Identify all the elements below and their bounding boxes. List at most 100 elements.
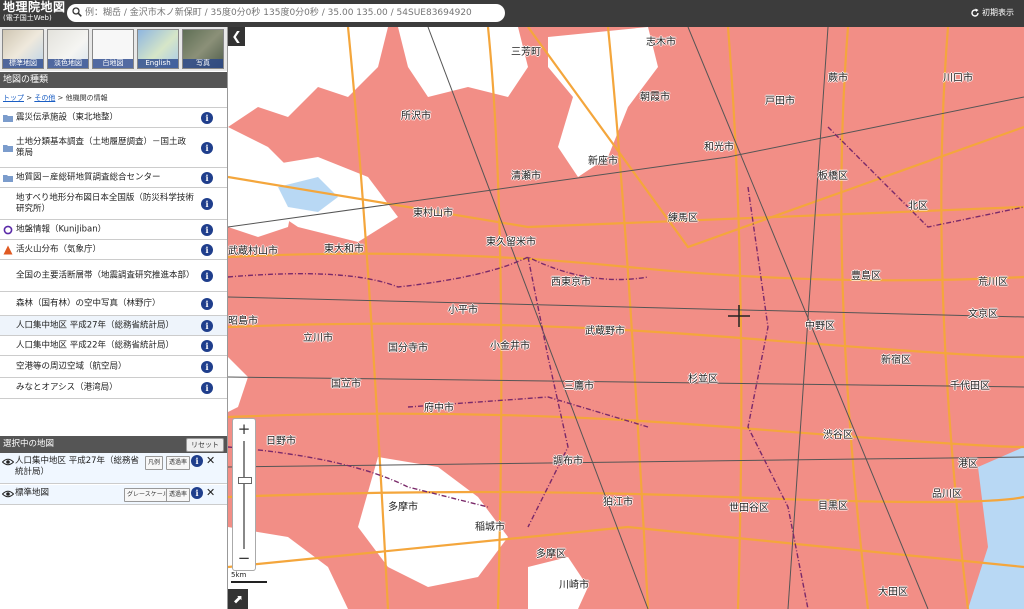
info-icon[interactable]: i <box>201 223 213 236</box>
map-label: 和光市 <box>704 142 734 153</box>
list-item-label: 地すべり地形分布図日本全国版（防災科学技術研究所） <box>16 192 194 214</box>
map-label: 立川市 <box>303 333 333 344</box>
map-label: 中野区 <box>805 321 835 332</box>
thumb-label: English <box>138 59 178 68</box>
list-item[interactable]: 地質図－産総研地質調査総合センター i <box>0 167 227 187</box>
reset-view-button[interactable]: 初期表示 <box>970 7 1014 18</box>
map-label: 世田谷区 <box>729 503 769 514</box>
zoom-in-button[interactable]: + <box>233 420 255 438</box>
list-item-label: 土地分類基本調査（土地履歴調査）－国土政策局 <box>16 136 187 158</box>
app-title: 地理院地図 <box>3 0 66 14</box>
thumb-english[interactable]: English <box>137 29 179 69</box>
info-icon[interactable]: i <box>191 455 203 467</box>
map-label: 蕨市 <box>828 73 848 84</box>
list-item[interactable]: 人口集中地区 平成27年（総務省統計局） i <box>0 315 227 335</box>
breadcrumb-other-link[interactable]: その他 <box>34 94 55 102</box>
map-base-svg <box>228 27 1024 609</box>
close-icon[interactable]: ✕ <box>206 486 215 499</box>
map-label: 所沢市 <box>401 111 431 122</box>
map-canvas[interactable]: 三芳町 志木市 朝霞市 和光市 戸田市 川口市 蕨市 板橋区 北区 荒川区 所沢… <box>228 27 1024 609</box>
map-label: 東村山市 <box>413 208 453 219</box>
zoom-slider-track[interactable] <box>243 441 245 549</box>
legend-button[interactable]: 凡例 <box>145 456 164 470</box>
map-label: 志木市 <box>646 37 676 48</box>
map-label: 清瀬市 <box>511 171 541 182</box>
info-icon[interactable]: i <box>201 171 213 184</box>
info-icon[interactable]: i <box>201 141 213 154</box>
map-label: 品川区 <box>932 489 962 500</box>
scale-bar: 5km <box>231 571 267 583</box>
list-item-label: 空港等の周辺空域（航空局） <box>16 361 127 371</box>
info-icon[interactable]: i <box>201 319 213 332</box>
list-item[interactable]: 人口集中地区 平成22年（総務省統計局） i <box>0 335 227 355</box>
opacity-button[interactable]: 透過率 <box>166 488 191 502</box>
close-icon[interactable]: ✕ <box>206 454 215 467</box>
info-icon[interactable]: i <box>201 297 213 310</box>
eye-icon[interactable] <box>2 458 14 466</box>
list-item[interactable]: 全国の主要活断層帯（地震調査研究推進本部） i <box>0 259 227 291</box>
list-item-label: 地盤情報（KuniJiban） <box>16 224 107 234</box>
search-input[interactable] <box>85 6 495 19</box>
maptype-heading: 地図の種類 <box>0 72 227 88</box>
info-icon[interactable]: i <box>201 339 213 352</box>
map-label: 朝霞市 <box>640 92 670 103</box>
list-item[interactable]: 活火山分布（気象庁） i <box>0 239 227 259</box>
map-label: 豊島区 <box>851 271 881 282</box>
expand-icon[interactable]: ⬈ <box>228 589 248 609</box>
map-label: 稲城市 <box>475 522 505 533</box>
map-label: 三鷹市 <box>564 381 594 392</box>
crosshair-icon <box>728 305 750 327</box>
map-label: 荒川区 <box>978 277 1008 288</box>
map-label: 練馬区 <box>668 213 698 224</box>
zoom-out-button[interactable]: − <box>233 549 255 567</box>
map-label: 狛江市 <box>603 497 633 508</box>
list-item[interactable]: 地すべり地形分布図日本全国版（防災科学技術研究所） i <box>0 187 227 219</box>
thumb-pale[interactable]: 淡色地図 <box>47 29 89 69</box>
map-label: 府中市 <box>424 403 454 414</box>
info-icon[interactable]: i <box>201 197 213 210</box>
zoom-control: + − <box>232 418 256 571</box>
breadcrumb-top-link[interactable]: トップ <box>3 94 24 102</box>
grayscale-button[interactable]: グレースケール <box>124 488 172 502</box>
info-icon[interactable]: i <box>201 360 213 373</box>
info-icon[interactable]: i <box>201 243 213 256</box>
thumb-label: 標準地図 <box>3 59 43 68</box>
reset-button[interactable]: リセット <box>186 438 224 452</box>
basemap-thumbnails: 標準地図 淡色地図 白地図 English 写真 <box>0 27 227 71</box>
opacity-button[interactable]: 透過率 <box>166 456 191 470</box>
circle-icon <box>3 225 13 234</box>
info-icon[interactable]: i <box>201 382 213 394</box>
map-label: 板橋区 <box>818 171 848 182</box>
thumb-blank[interactable]: 白地図 <box>92 29 134 69</box>
list-item-label: 人口集中地区 平成27年（総務省統計局） <box>16 320 175 330</box>
collapse-panel-button[interactable]: ❮ <box>228 27 245 46</box>
app-logo[interactable]: 地理院地図 (電子国土Web) <box>3 0 66 24</box>
scale-label: 5km <box>231 571 247 579</box>
info-icon[interactable]: i <box>201 111 213 124</box>
info-icon[interactable]: i <box>191 487 203 499</box>
list-item[interactable]: 土地分類基本調査（土地履歴調査）－国土政策局 i <box>0 127 227 167</box>
list-item-label: 活火山分布（気象庁） <box>16 244 102 254</box>
map-label: 文京区 <box>968 309 998 320</box>
thumb-standard[interactable]: 標準地図 <box>2 29 44 69</box>
list-item[interactable]: 地盤情報（KuniJiban） i <box>0 219 227 239</box>
map-label: 調布市 <box>553 456 583 467</box>
triangle-icon <box>3 245 13 254</box>
zoom-slider-handle[interactable] <box>238 477 252 484</box>
list-item[interactable]: 森林（国有林）の空中写真（林野庁） i <box>0 291 227 315</box>
thumb-photo[interactable]: 写真 <box>182 29 224 69</box>
list-item[interactable]: みなとオアシス（港湾局） i <box>0 377 227 399</box>
list-item[interactable]: 震災伝承施設（東北地整） i <box>0 107 227 127</box>
selected-layer-name: 人口集中地区 平成27年（総務省統計局） <box>15 456 140 477</box>
search-icon <box>72 7 82 17</box>
folder-icon <box>3 144 13 152</box>
breadcrumb-current: 他機関の情報 <box>65 94 108 102</box>
eye-icon[interactable] <box>2 490 14 498</box>
list-item[interactable]: 空港等の周辺空域（航空局） i <box>0 355 227 377</box>
info-icon[interactable]: i <box>201 269 213 282</box>
selected-heading: 選択中の地図 リセット <box>0 436 227 453</box>
reset-view-label: 初期表示 <box>982 8 1014 17</box>
map-label: 渋谷区 <box>823 430 853 441</box>
map-label: 大田区 <box>878 587 908 598</box>
search-box[interactable] <box>67 4 505 22</box>
